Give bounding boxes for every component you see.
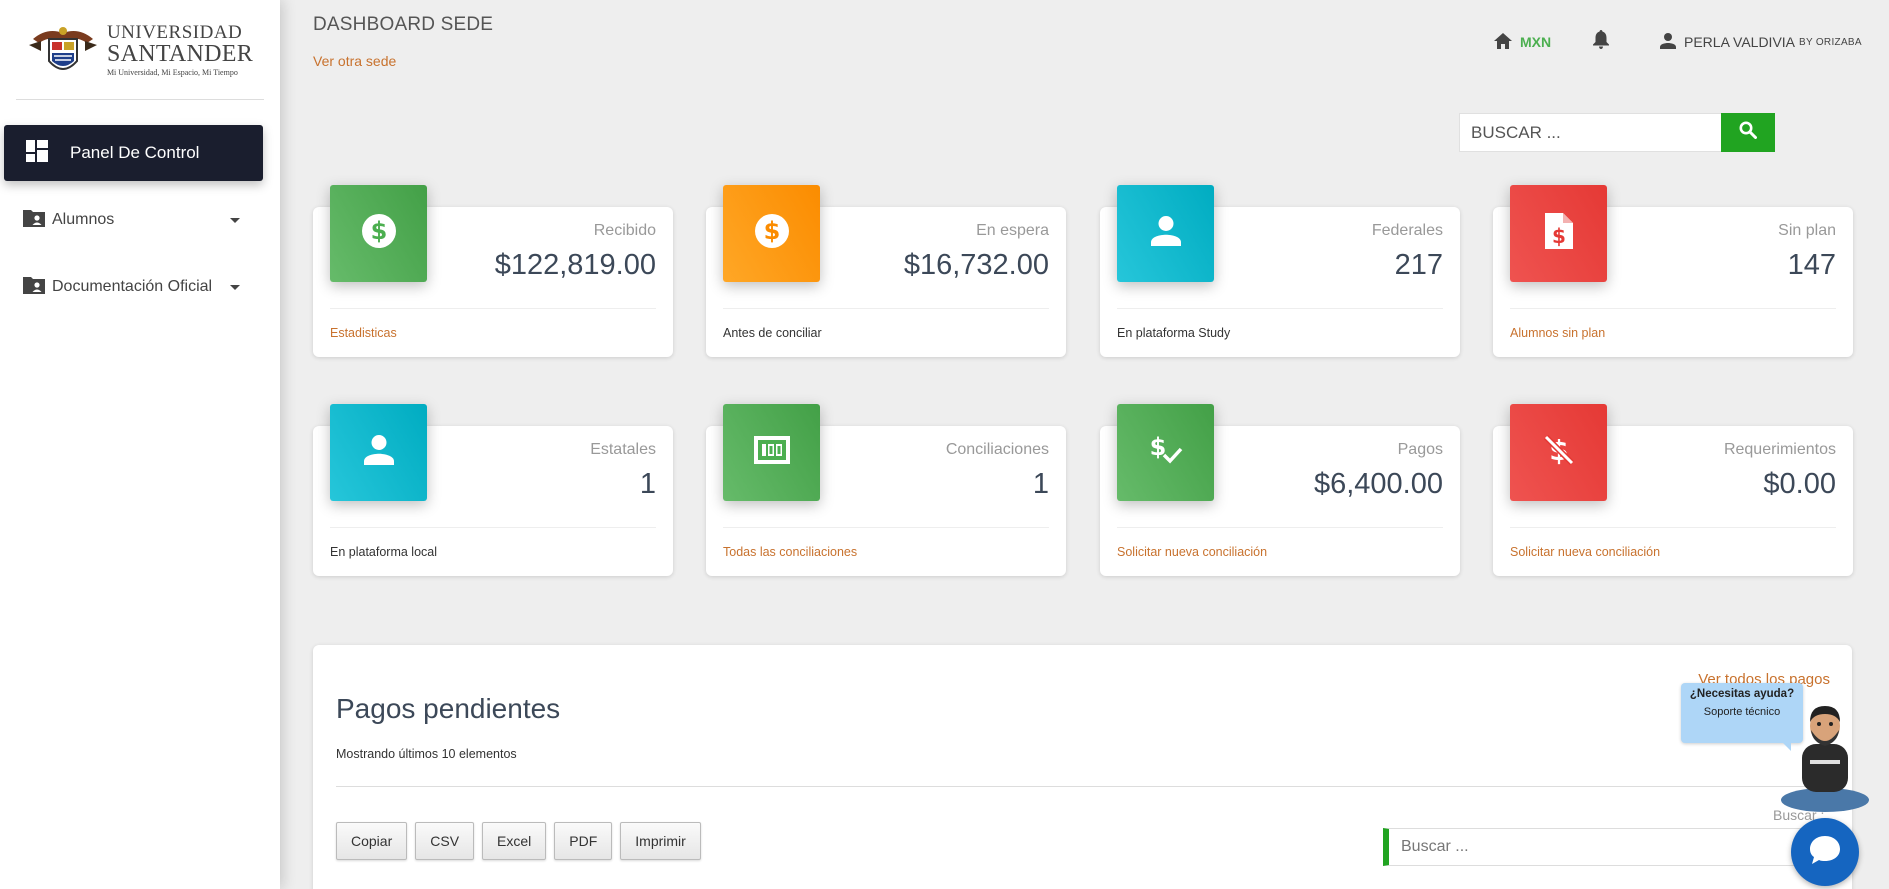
card-requerimientos: $ Requerimientos $0.00 Solicitar nueva c… [1493, 404, 1853, 576]
sidebar-item-panel-de-control[interactable]: Panel De Control [4, 125, 263, 181]
card-en-espera: $ En espera $16,732.00 Antes de concilia… [706, 185, 1066, 357]
search-icon [1739, 121, 1757, 144]
card-pagos: $ Pagos $6,400.00 Solicitar nueva concil… [1100, 404, 1460, 576]
search-button[interactable] [1721, 113, 1775, 152]
table-search [1383, 828, 1823, 866]
chevron-down-icon [230, 284, 240, 290]
currency-label: MXN [1520, 34, 1552, 50]
file-dollar-icon: $ [1544, 213, 1573, 254]
university-logo[interactable]: UNIVERSIDAD SANTANDER Mi Universidad, Mi… [16, 0, 264, 100]
crest-icon [27, 21, 99, 79]
svg-text:$: $ [370, 217, 387, 245]
sidebar-item-alumnos[interactable]: Alumnos [22, 205, 242, 235]
sidebar-item-label: Panel De Control [70, 143, 200, 162]
global-search [1459, 113, 1775, 152]
logo-tagline: Mi Universidad, Mi Espacio, Mi Tiempo [106, 67, 238, 77]
dollar-icon: $ [754, 213, 790, 254]
sidebar-item-label: Alumnos [52, 211, 115, 228]
notifications-button[interactable] [1593, 30, 1609, 54]
money-bill-icon [753, 436, 790, 469]
svg-text:$: $ [763, 217, 780, 245]
card-footer-link[interactable]: Estadisticas [330, 326, 397, 340]
panel-subtitle: Mostrando últimos 10 elementos [336, 747, 517, 761]
folder-user-icon [22, 208, 46, 233]
card-icon-box: $ [723, 185, 820, 282]
card-category: En espera [976, 222, 1049, 239]
panel-title: Pagos pendientes [336, 693, 561, 724]
card-footer-link[interactable]: Alumnos sin plan [1510, 326, 1605, 340]
table-search-input[interactable] [1401, 838, 1822, 856]
pagos-pendientes-panel: Ver todos los pagos Pagos pendientes Mos… [313, 645, 1852, 889]
card-category: Federales [1371, 222, 1443, 239]
pdf-button[interactable]: PDF [554, 822, 613, 860]
card-footer-link[interactable]: Solicitar nueva conciliación [1510, 545, 1660, 559]
card-category: Pagos [1397, 441, 1443, 458]
card-value: $6,400.00 [1313, 468, 1443, 500]
money-off-icon: $ [1542, 433, 1576, 472]
currency-home-button[interactable]: MXN [1494, 30, 1551, 54]
card-category: Recibido [593, 222, 656, 239]
dashboard-icon [26, 139, 48, 167]
csv-button[interactable]: CSV [415, 822, 475, 860]
card-recibido: $ Recibido $122,819.00 Estadisticas [313, 185, 673, 357]
card-federales: Federales 217 En plataforma Study [1100, 185, 1460, 357]
price-check-icon: $ [1149, 433, 1183, 472]
card-category: Estatales [590, 441, 656, 458]
logo-line-1: UNIVERSIDAD [106, 21, 243, 43]
card-value: $122,819.00 [494, 249, 656, 281]
excel-button[interactable]: Excel [482, 822, 547, 860]
chevron-down-icon [230, 217, 240, 223]
person-icon [1660, 32, 1676, 52]
sidebar-item-label: Documentación Oficial [52, 278, 213, 295]
card-estatales: Estatales 1 En plataforma local [313, 404, 673, 576]
card-value: 217 [1394, 249, 1443, 281]
card-conciliaciones: Conciliaciones 1 Todas las conciliacione… [706, 404, 1066, 576]
card-footer-link[interactable]: Solicitar nueva conciliación [1117, 545, 1267, 559]
ver-otra-sede-link[interactable]: Ver otra sede [313, 53, 396, 69]
card-footer-link[interactable]: Todas las conciliaciones [723, 545, 857, 559]
card-footer-text: Antes de conciliar [723, 326, 822, 340]
card-category: Conciliaciones [945, 441, 1049, 458]
search-input[interactable] [1459, 113, 1721, 152]
card-icon-box: $ [1510, 404, 1607, 501]
card-icon-box: $ [330, 185, 427, 282]
person-icon [363, 435, 394, 470]
card-category: Requerimientos [1723, 441, 1836, 458]
card-footer-text: En plataforma local [330, 545, 438, 559]
card-value: 1 [639, 468, 656, 500]
user-name: PERLA VALDIVIA [1684, 34, 1796, 50]
card-icon-box: $ [1510, 185, 1607, 282]
card-footer-text: En plataforma Study [1117, 326, 1231, 340]
card-icon-box: $ [1117, 404, 1214, 501]
support-avatar[interactable] [1780, 700, 1870, 815]
user-menu[interactable]: PERLA VALDIVIA BY ORIZABA [1660, 30, 1862, 54]
person-icon [1150, 216, 1181, 251]
card-value: $0.00 [1763, 468, 1836, 500]
logo-line-2: SANTANDER [106, 40, 254, 67]
sidebar: UNIVERSIDAD SANTANDER Mi Universidad, Mi… [0, 0, 280, 889]
card-icon-box [330, 404, 427, 501]
dollar-icon: $ [361, 213, 397, 254]
svg-text:$: $ [1552, 224, 1566, 248]
card-value: $16,732.00 [903, 249, 1049, 281]
card-icon-box [723, 404, 820, 501]
card-value: 1 [1032, 468, 1049, 500]
page-title: DASHBOARD SEDE [313, 14, 494, 35]
folder-user-icon [22, 275, 46, 300]
card-icon-box [1117, 185, 1214, 282]
card-category: Sin plan [1778, 222, 1836, 239]
export-buttons: Copiar CSV Excel PDF Imprimir [336, 822, 701, 860]
sidebar-item-documentacion-oficial[interactable]: Documentación Oficial [22, 272, 242, 302]
print-button[interactable]: Imprimir [620, 822, 701, 860]
bell-icon [1593, 30, 1609, 54]
user-sede: BY ORIZABA [1799, 36, 1862, 48]
card-sin-plan: $ Sin plan 147 Alumnos sin plan [1493, 185, 1853, 357]
card-value: 147 [1787, 249, 1836, 281]
help-question: ¿Necesitas ayuda? [1689, 688, 1795, 700]
chat-button[interactable] [1791, 818, 1859, 886]
home-icon [1494, 32, 1512, 52]
copy-button[interactable]: Copiar [336, 822, 408, 860]
chat-icon [1808, 834, 1842, 871]
